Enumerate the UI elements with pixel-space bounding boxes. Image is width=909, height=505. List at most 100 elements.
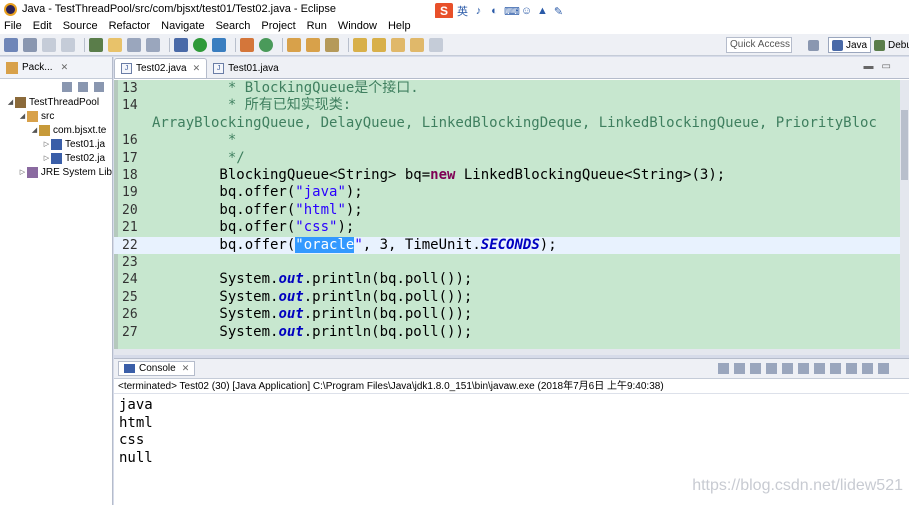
tab-test01-java[interactable]: J Test01.java [207, 58, 285, 78]
tree-item[interactable]: ◢ TestThreadPool [0, 95, 112, 109]
scroll-lock-icon[interactable] [782, 363, 793, 374]
code-line[interactable]: 24 System.out.println(bq.poll()); [114, 271, 900, 288]
menu-window[interactable]: Window [338, 20, 377, 32]
next-annotation-icon[interactable] [353, 37, 367, 52]
collapse-all-icon[interactable] [62, 82, 72, 92]
link-with-editor-icon[interactable] [78, 82, 88, 92]
menu-refactor[interactable]: Refactor [109, 20, 151, 32]
tree-expand-icon[interactable]: ◢ [6, 98, 15, 106]
remove-all-icon[interactable] [750, 363, 761, 374]
tree-item[interactable]: ▷ JRE System Lib [0, 165, 112, 179]
pin-console-icon[interactable] [830, 363, 841, 374]
console-output[interactable]: java html css null [114, 394, 909, 467]
ime-tools-icon[interactable]: ✎ [552, 5, 565, 18]
word-wrap-icon[interactable] [798, 363, 809, 374]
vertical-scrollbar[interactable] [900, 80, 909, 355]
close-icon[interactable]: ✕ [193, 63, 201, 74]
last-edit-icon[interactable] [391, 37, 405, 52]
menu-edit[interactable]: Edit [33, 20, 52, 32]
code-line[interactable]: 25 System.out.println(bq.poll()); [114, 289, 900, 306]
back-icon[interactable] [410, 37, 424, 52]
code-line[interactable]: 18 BlockingQueue<String> bq=new LinkedBl… [114, 167, 900, 184]
open-type-icon[interactable] [287, 37, 301, 52]
search-icon[interactable] [325, 37, 339, 52]
debug-icon[interactable] [174, 37, 188, 52]
tree-item[interactable]: ◢ com.bjsxt.te [0, 123, 112, 137]
tab-test02-java[interactable]: J Test02.java ✕ [114, 58, 208, 78]
open-task-icon[interactable] [306, 37, 320, 52]
code-line[interactable]: 21 bq.offer("css"); [114, 219, 900, 236]
java-file-icon [51, 152, 62, 164]
ime-punct-icon[interactable]: ♪ [472, 5, 485, 17]
show-whitespace-icon[interactable] [146, 37, 160, 52]
menu-run[interactable]: Run [307, 20, 327, 32]
minimize-maximize-icons[interactable]: ▬▭ [864, 61, 899, 72]
close-icon[interactable]: ✕ [182, 363, 190, 374]
horizontal-scrollbar[interactable] [114, 349, 900, 355]
block-selection-icon[interactable] [127, 37, 141, 52]
code-text-area[interactable]: 13 * BlockingQueue是个接口.14 * 所有已知实现类:15Ar… [114, 80, 909, 355]
ime-toolbar[interactable]: S 英 ♪ ◐ ⌨ ☺ ▲ ✎ [432, 3, 568, 19]
tree-expand-icon[interactable]: ◢ [18, 112, 27, 120]
tree-item[interactable]: ◢ src [0, 109, 112, 123]
new-icon[interactable] [4, 37, 18, 52]
new-class-icon[interactable] [259, 37, 273, 52]
code-line[interactable]: 26 System.out.println(bq.poll()); [114, 306, 900, 323]
mark-occurrences-icon[interactable] [108, 37, 122, 52]
show-on-output-icon[interactable] [814, 363, 825, 374]
menu-source[interactable]: Source [63, 20, 98, 32]
menu-search[interactable]: Search [216, 20, 251, 32]
save-all-icon[interactable] [42, 37, 56, 52]
tree-expand-icon[interactable]: ▷ [42, 140, 51, 148]
debug-perspective-button[interactable]: Debu [872, 37, 909, 53]
menu-help[interactable]: Help [388, 20, 411, 32]
close-icon[interactable]: ✕ [61, 62, 69, 73]
code-line[interactable]: 14 * 所有已知实现类: [114, 97, 900, 114]
previous-annotation-icon[interactable] [372, 37, 386, 52]
code-line[interactable]: 15ArrayBlockingQueue, DelayQueue, Linked… [114, 115, 900, 132]
print-icon[interactable] [61, 37, 75, 52]
tree-expand-icon[interactable]: ▷ [42, 154, 51, 162]
terminate-icon[interactable] [718, 363, 729, 374]
tree-item[interactable]: ▷ Test02.ja [0, 151, 112, 165]
code-line[interactable]: 22 bq.offer("oracle", 3, TimeUnit.SECOND… [114, 236, 900, 254]
view-menu-icon[interactable] [878, 363, 889, 374]
coverage-icon[interactable] [212, 37, 226, 52]
code-line[interactable]: 17 */ [114, 150, 900, 167]
menu-project[interactable]: Project [261, 20, 295, 32]
display-console-icon[interactable] [846, 363, 857, 374]
save-icon[interactable] [23, 37, 37, 52]
menu-file[interactable]: File [4, 20, 22, 32]
java-perspective-button[interactable]: Java [828, 37, 872, 53]
remove-launch-icon[interactable] [734, 363, 745, 374]
code-line[interactable]: 13 * BlockingQueue是个接口. [114, 80, 900, 97]
sogou-logo-icon[interactable]: S [435, 3, 453, 19]
code-line[interactable]: 20 bq.offer("html"); [114, 202, 900, 219]
open-console-icon[interactable] [862, 363, 873, 374]
code-line[interactable]: 23 [114, 254, 900, 271]
forward-icon[interactable] [429, 37, 443, 52]
open-perspective-button[interactable] [808, 37, 822, 53]
tab-console[interactable]: Console ✕ [118, 361, 196, 376]
code-line[interactable]: 16 * [114, 132, 900, 149]
ime-skin-icon[interactable]: ▲ [536, 5, 549, 17]
quick-access-input[interactable]: Quick Access [726, 37, 792, 53]
tree-expand-icon[interactable]: ▷ [18, 168, 27, 176]
new-java-project-icon[interactable] [240, 37, 254, 52]
code-line[interactable]: 19 bq.offer("java"); [114, 184, 900, 201]
package-explorer-tab[interactable]: Pack... ✕ [0, 57, 112, 79]
ime-lang-toggle[interactable]: 英 [456, 3, 469, 19]
editor-tab-label: Test02.java [136, 63, 187, 74]
toggle-breadcrumb-icon[interactable] [89, 37, 103, 52]
ime-width-icon[interactable]: ◐ [488, 5, 501, 17]
view-menu-icon[interactable] [94, 82, 104, 92]
ime-emoji-icon[interactable]: ☺ [520, 5, 533, 17]
scrollbar-thumb[interactable] [901, 110, 908, 180]
tree-expand-icon[interactable]: ◢ [30, 126, 39, 134]
ime-keyboard-icon[interactable]: ⌨ [504, 5, 520, 18]
run-icon[interactable] [193, 37, 207, 52]
tree-item[interactable]: ▷ Test01.ja [0, 137, 112, 151]
code-line[interactable]: 27 System.out.println(bq.poll()); [114, 324, 900, 341]
menu-navigate[interactable]: Navigate [161, 20, 204, 32]
clear-console-icon[interactable] [766, 363, 777, 374]
